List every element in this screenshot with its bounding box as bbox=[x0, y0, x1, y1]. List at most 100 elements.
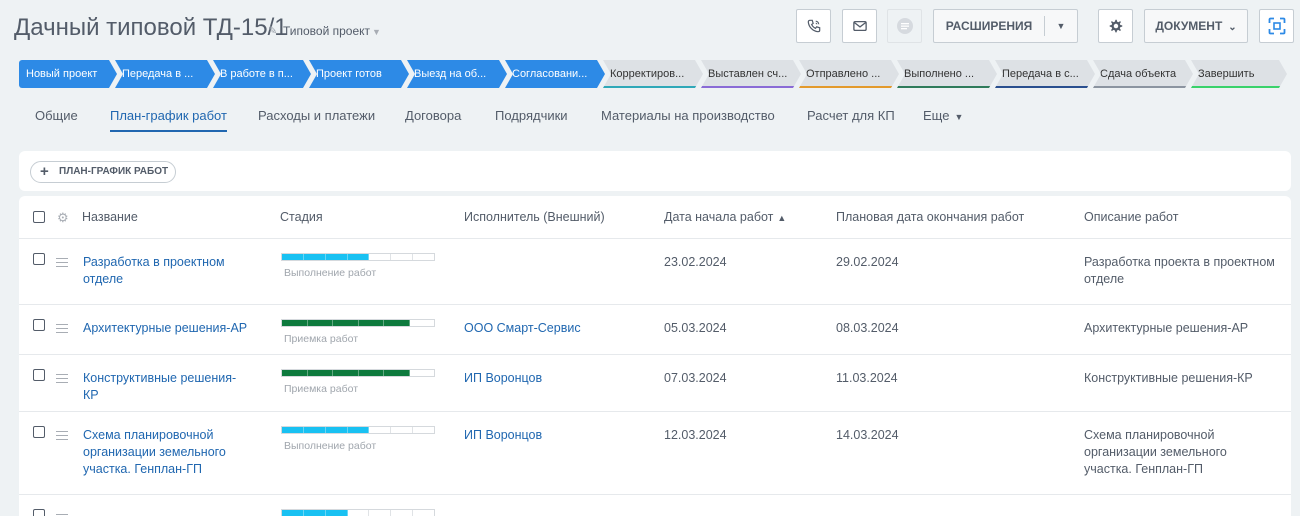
row-name-link[interactable]: Схема планировочной организации земельно… bbox=[83, 427, 243, 478]
table-row[interactable] bbox=[19, 495, 1291, 516]
table-row[interactable]: Схема планировочной организации земельно… bbox=[19, 412, 1291, 495]
stage-label: Выполнение работ bbox=[284, 267, 377, 279]
stage-label: Согласовани... bbox=[512, 68, 588, 80]
executor-link[interactable]: ИП Воронцов bbox=[464, 427, 542, 444]
stage-label: Передача в с... bbox=[1002, 68, 1079, 80]
column-header-executor[interactable]: Исполнитель (Внешний) bbox=[464, 210, 605, 224]
stage-label: Передача в ... bbox=[122, 68, 194, 80]
row-name-link[interactable]: Разработка в проектном отделе bbox=[83, 254, 253, 288]
grid-toolbar: + ПЛАН-ГРАФИК РАБОТ bbox=[19, 151, 1291, 191]
column-header-name[interactable]: Название bbox=[82, 210, 138, 224]
description: Архитектурные решения-АР bbox=[1084, 321, 1249, 335]
chevron-down-icon: ▼ bbox=[372, 27, 381, 37]
template-selector[interactable]: Типовой проект ▼ bbox=[283, 24, 381, 38]
stage-site-visit[interactable]: Выезд на об... bbox=[407, 60, 507, 88]
tab-kp-calc[interactable]: Расчет для КП bbox=[807, 108, 895, 123]
tab-materials[interactable]: Материалы на производство bbox=[601, 108, 775, 123]
column-header-start-label: Дата начала работ bbox=[664, 210, 774, 224]
stage-label: Корректиров... bbox=[610, 68, 685, 80]
stage-color-line bbox=[995, 86, 1089, 88]
tab-contracts[interactable]: Договора bbox=[405, 108, 461, 123]
stage-color-line bbox=[1093, 86, 1187, 88]
end-date: 11.03.2024 bbox=[836, 371, 898, 385]
executor-link[interactable]: ООО Смарт-Сервис bbox=[464, 320, 581, 337]
sort-asc-icon: ▲ bbox=[777, 213, 787, 223]
row-name-link[interactable]: Конструктивные решения-КР bbox=[83, 370, 248, 404]
gear-icon bbox=[1109, 19, 1123, 32]
start-date: 05.03.2024 bbox=[664, 321, 727, 335]
schedule-grid: ⚙ Название Стадия Исполнитель (Внешний) … bbox=[19, 196, 1291, 516]
select-all-checkbox[interactable] bbox=[33, 211, 45, 223]
tab-general[interactable]: Общие bbox=[35, 108, 78, 123]
table-row[interactable]: Конструктивные решения-КР Приемка работ … bbox=[19, 355, 1291, 412]
tab-expenses[interactable]: Расходы и платежи bbox=[258, 108, 375, 123]
stage-invoice[interactable]: Выставлен сч... bbox=[701, 60, 801, 88]
document-button[interactable]: ДОКУМЕНТ ⌄ bbox=[1144, 9, 1248, 43]
stage-progress-bar bbox=[281, 509, 435, 516]
row-checkbox[interactable] bbox=[33, 253, 45, 265]
tab-more-label: Еще bbox=[923, 108, 950, 123]
stage-correction[interactable]: Корректиров... bbox=[603, 60, 703, 88]
stage-label: Выставлен сч... bbox=[708, 68, 788, 80]
stage-label: Приемка работ bbox=[284, 383, 359, 395]
row-checkbox[interactable] bbox=[33, 319, 45, 331]
stage-label: Выполнено ... bbox=[904, 68, 975, 80]
scan-button[interactable] bbox=[1259, 9, 1294, 43]
column-header-description[interactable]: Описание работ bbox=[1084, 210, 1178, 224]
stage-progress-bar bbox=[281, 319, 435, 327]
stage-transfer[interactable]: Передача в ... bbox=[115, 60, 215, 88]
stage-in-progress[interactable]: В работе в п... bbox=[213, 60, 311, 88]
stage-color-line bbox=[799, 86, 893, 88]
settings-button[interactable] bbox=[1098, 9, 1133, 43]
document-label: ДОКУМЕНТ bbox=[1155, 19, 1223, 33]
page-title: Дачный типовой ТД-15/1 bbox=[14, 14, 288, 41]
add-schedule-button[interactable]: + ПЛАН-ГРАФИК РАБОТ bbox=[30, 161, 176, 183]
template-label: Типовой проект bbox=[283, 24, 371, 38]
mail-button[interactable] bbox=[842, 9, 877, 43]
stage-sent[interactable]: Отправлено ... bbox=[799, 60, 899, 88]
end-date: 08.03.2024 bbox=[836, 321, 899, 335]
stage-finish[interactable]: Завершить bbox=[1191, 60, 1287, 88]
stage-color-line bbox=[1191, 86, 1281, 88]
edit-icon[interactable]: ✎ bbox=[268, 24, 280, 37]
extensions-button[interactable]: РАСШИРЕНИЯ ▼ bbox=[933, 9, 1078, 43]
description: Схема планировочной организации земельно… bbox=[1084, 428, 1227, 476]
drag-handle-icon[interactable] bbox=[56, 374, 68, 386]
chat-button[interactable] bbox=[887, 9, 922, 43]
stage-transfer-2[interactable]: Передача в с... bbox=[995, 60, 1095, 88]
table-row[interactable]: Разработка в проектном отделе Выполнение… bbox=[19, 239, 1291, 305]
row-name-link[interactable]: Архитектурные решения-АР bbox=[83, 320, 263, 337]
column-header-start-date[interactable]: Дата начала работ ▲ bbox=[664, 210, 786, 224]
row-checkbox[interactable] bbox=[33, 369, 45, 381]
stage-progress-bar bbox=[281, 426, 435, 434]
row-checkbox[interactable] bbox=[33, 509, 45, 516]
mail-icon bbox=[852, 20, 867, 32]
end-date: 29.02.2024 bbox=[836, 255, 899, 269]
stage-approval[interactable]: Согласовани... bbox=[505, 60, 605, 88]
executor-link[interactable]: ИП Воронцов bbox=[464, 370, 542, 387]
tab-more[interactable]: Еще ▼ bbox=[923, 108, 963, 123]
stage-bar: Новый проект Передача в ... В работе в п… bbox=[19, 60, 1289, 88]
table-row[interactable]: Архитектурные решения-АР Приемка работ О… bbox=[19, 305, 1291, 355]
drag-handle-icon[interactable] bbox=[56, 258, 68, 270]
drag-handle-icon[interactable] bbox=[56, 431, 68, 443]
extensions-dropdown-arrow[interactable]: ▼ bbox=[1044, 10, 1078, 42]
start-date: 07.03.2024 bbox=[664, 371, 727, 385]
description: Конструктивные решения-КР bbox=[1084, 371, 1253, 385]
call-button[interactable] bbox=[796, 9, 831, 43]
start-date: 12.03.2024 bbox=[664, 428, 727, 442]
row-checkbox[interactable] bbox=[33, 426, 45, 438]
stage-project-ready[interactable]: Проект готов bbox=[309, 60, 409, 88]
start-date: 23.02.2024 bbox=[664, 255, 727, 269]
gear-icon[interactable]: ⚙ bbox=[57, 210, 69, 226]
stage-new-project[interactable]: Новый проект bbox=[19, 60, 117, 88]
column-header-end-date[interactable]: Плановая дата окончания работ bbox=[836, 210, 1024, 224]
column-header-stage[interactable]: Стадия bbox=[280, 210, 323, 224]
drag-handle-icon[interactable] bbox=[56, 324, 68, 336]
chat-icon bbox=[896, 18, 913, 34]
stage-handover[interactable]: Сдача объекта bbox=[1093, 60, 1193, 88]
tab-work-schedule[interactable]: План-график работ bbox=[110, 108, 227, 132]
stage-completed[interactable]: Выполнено ... bbox=[897, 60, 997, 88]
stage-label: Новый проект bbox=[26, 68, 98, 80]
tab-contractors[interactable]: Подрядчики bbox=[495, 108, 568, 123]
